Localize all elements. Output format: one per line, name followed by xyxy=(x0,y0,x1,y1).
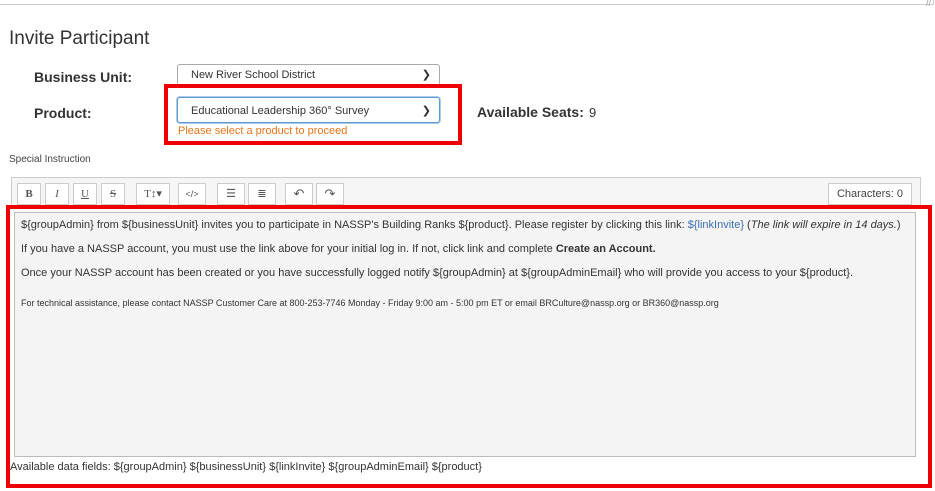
chevron-down-icon: ❯ xyxy=(421,69,431,81)
highlight-box-product xyxy=(164,84,462,145)
special-instruction-label: Special Instruction xyxy=(9,154,91,165)
previous-textarea-edge: // xyxy=(0,0,934,8)
product-label: Product: xyxy=(34,105,92,121)
italic-button[interactable]: I xyxy=(45,183,69,205)
business-unit-label: Business Unit: xyxy=(34,69,133,85)
character-count: Characters: 0 xyxy=(827,183,912,205)
highlight-box-editor xyxy=(6,205,932,488)
bold-button[interactable]: B xyxy=(17,183,41,205)
text-size-dropdown[interactable]: T↕▾ xyxy=(136,183,170,205)
available-seats-value: 9 xyxy=(589,105,597,120)
underline-button[interactable]: U xyxy=(73,183,97,205)
redo-button[interactable]: ↷ xyxy=(316,183,344,205)
numbered-list-button[interactable]: ≣ xyxy=(248,183,276,205)
bullet-list-button[interactable]: ☰ xyxy=(217,183,245,205)
code-view-button[interactable]: </> xyxy=(178,183,206,205)
strikethrough-button[interactable]: S xyxy=(101,183,125,205)
business-unit-value: New River School District xyxy=(191,69,316,81)
undo-button[interactable]: ↶ xyxy=(285,183,313,205)
available-seats-label: Available Seats: xyxy=(477,104,584,120)
resize-grip-icon[interactable]: // xyxy=(926,0,931,8)
page-title: Invite Participant xyxy=(9,28,150,49)
business-unit-select[interactable]: New River School District ❯ xyxy=(177,64,440,86)
